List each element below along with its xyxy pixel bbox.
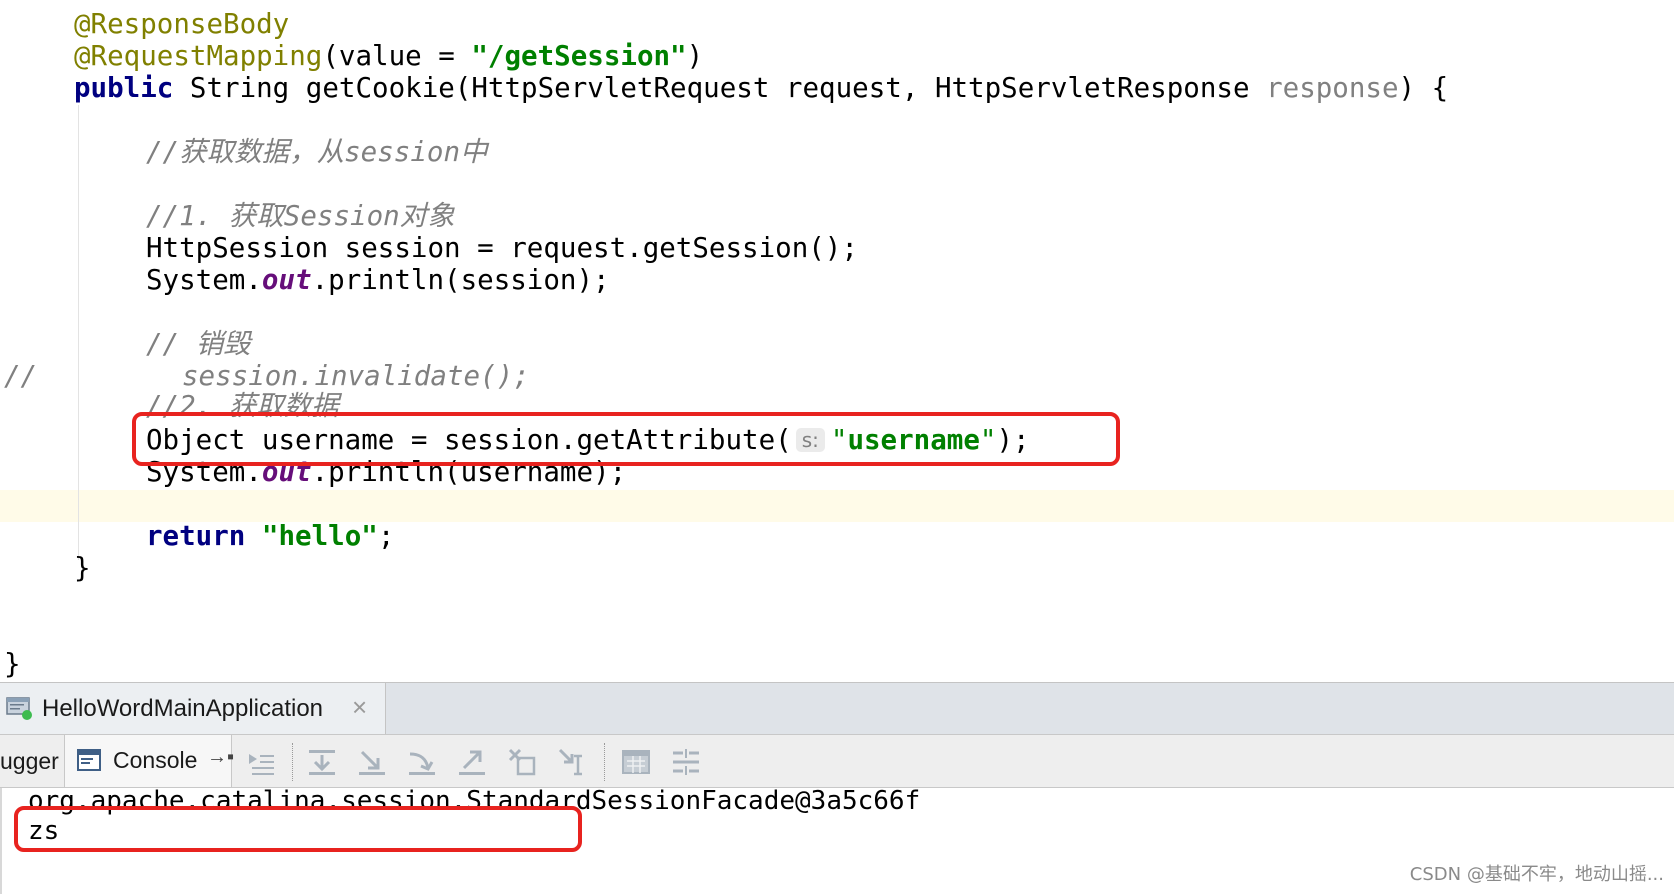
keyword-public: public <box>74 72 174 104</box>
toolbar-separator <box>604 743 605 781</box>
signature-end: ) { <box>1398 72 1449 104</box>
run-tab-bar: HelloWordMainApplication × <box>0 682 1674 735</box>
method-closing-brace[interactable]: } <box>74 552 91 584</box>
step-out-icon[interactable] <box>456 746 488 778</box>
tab-debugger[interactable]: ugger <box>0 748 59 775</box>
class-closing-brace[interactable]: } <box>4 648 21 680</box>
code-line-return[interactable]: return "hello"; <box>146 520 394 552</box>
mapping-value: "/getSession" <box>471 40 687 72</box>
console-output[interactable]: org.apache.catalina.session.StandardSess… <box>0 786 1674 894</box>
comment-destroy[interactable]: // 销毁 <box>146 328 251 360</box>
code-line-method-signature[interactable]: public String getCookie(HttpServletReque… <box>74 72 1448 104</box>
run-toolbar: ugger Console →▪ <box>0 734 1674 788</box>
mapping-close: ) <box>686 40 704 72</box>
step-into-icon[interactable] <box>356 746 388 778</box>
comment-step1[interactable]: //1. 获取Session对象 <box>146 200 455 232</box>
console-tab-label: Console <box>113 747 198 773</box>
return-semicolon: ; <box>377 520 395 552</box>
highlight-box-console-output <box>14 806 582 852</box>
indent-guide <box>78 105 79 560</box>
system-class: System. <box>146 264 262 296</box>
code-line-println-session[interactable]: System.out.println(session); <box>146 264 610 296</box>
static-out: out <box>261 264 312 296</box>
run-tab-label: HelloWordMainApplication <box>42 695 324 722</box>
trace-stream-icon[interactable] <box>670 746 702 778</box>
tab-console[interactable]: Console →▪ <box>64 735 234 787</box>
step-over-icon[interactable] <box>306 746 338 778</box>
run-tool-window: HelloWordMainApplication × ugger Console… <box>0 682 1674 894</box>
close-icon[interactable]: × <box>352 692 367 723</box>
code-editor[interactable]: @ResponseBody @RequestMapping(value = "/… <box>0 0 1674 682</box>
show-execution-point-icon[interactable] <box>246 746 278 778</box>
annotation-response-body: @ResponseBody <box>74 8 290 40</box>
return-string: "hello" <box>261 520 378 552</box>
code-line-response-body[interactable]: @ResponseBody <box>74 8 289 40</box>
run-to-cursor-icon[interactable] <box>556 746 588 778</box>
drop-frame-icon[interactable] <box>506 746 538 778</box>
code-line-request-mapping[interactable]: @RequestMapping(value = "/getSession") <box>74 40 703 72</box>
signature-middle: String getCookie(HttpServletRequest requ… <box>173 72 1267 104</box>
comment-get-data[interactable]: //获取数据，从session中 <box>146 136 488 168</box>
unused-param-response: response <box>1266 72 1399 104</box>
evaluate-expression-icon[interactable] <box>620 746 652 778</box>
keyword-return: return <box>146 520 246 552</box>
force-step-into-icon[interactable] <box>406 746 438 778</box>
code-line-get-session[interactable]: HttpSession session = request.getSession… <box>146 232 858 264</box>
watermark: CSDN @基础不牢，地动山摇... <box>1409 864 1664 885</box>
mapping-open: (value = <box>322 40 472 72</box>
highlight-box-get-attribute <box>132 412 1120 466</box>
caret-line-highlight <box>0 490 1674 522</box>
run-tab-hello-word-main-application[interactable]: HelloWordMainApplication × <box>0 683 386 735</box>
commented-out-marker: // <box>4 360 38 392</box>
pin-tab-icon[interactable]: →▪ <box>207 746 234 769</box>
annotation-request-mapping: @RequestMapping <box>74 40 323 72</box>
run-config-icon <box>6 694 32 720</box>
commented-out-invalidate[interactable]: session.invalidate(); <box>182 360 530 392</box>
console-icon <box>77 749 101 771</box>
toolbar-separator <box>292 743 293 781</box>
println-call: .println(session); <box>311 264 610 296</box>
